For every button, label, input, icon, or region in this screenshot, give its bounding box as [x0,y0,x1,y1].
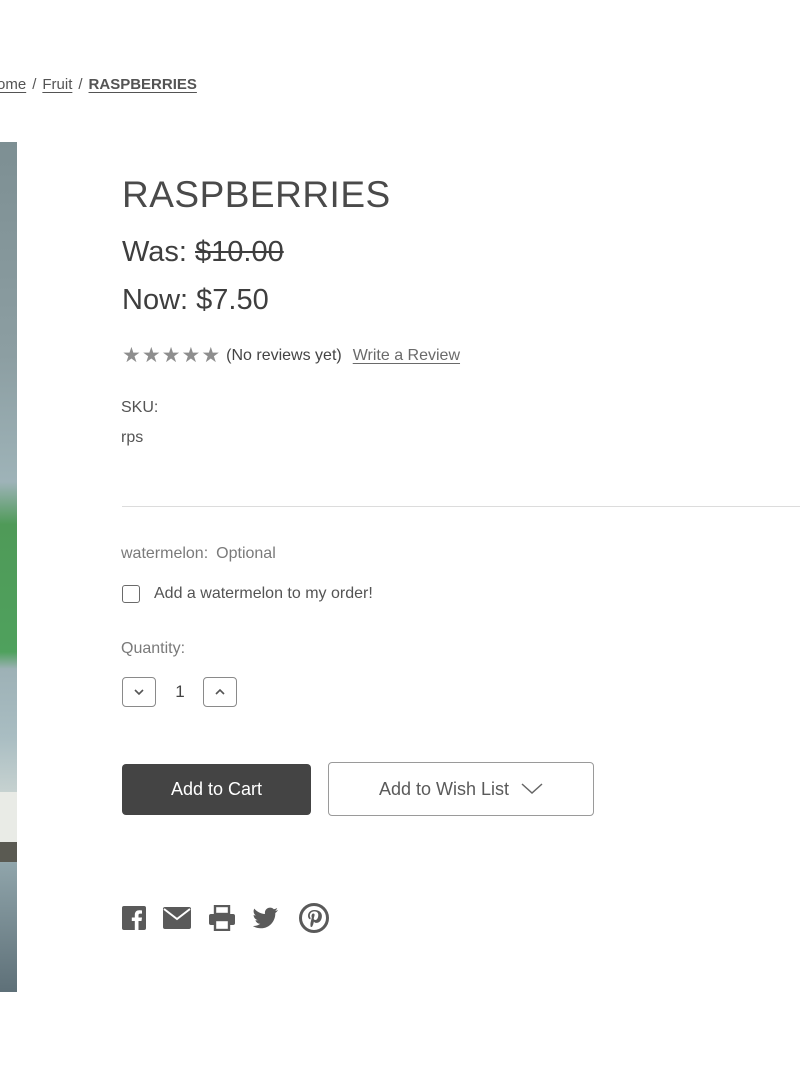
product-title: RASPBERRIES [122,174,391,215]
star-icon: ★ [122,344,141,367]
price-was: Was: $10.00 [122,236,284,269]
image-detail [0,842,17,862]
facebook-icon[interactable] [120,904,148,932]
breadcrumb: ome / Fruit / RASPBERRIES [0,76,197,93]
breadcrumb-current-link[interactable]: RASPBERRIES [89,76,197,93]
breadcrumb-fruit-link[interactable]: Fruit [42,76,72,93]
chevron-down-icon [521,783,543,795]
chevron-up-icon [215,688,225,695]
write-review-link[interactable]: Write a Review [353,347,460,365]
option-optional-text: Optional [216,545,276,562]
print-icon[interactable] [208,904,236,932]
add-to-cart-button[interactable]: Add to Cart [122,764,311,815]
quantity-input[interactable]: 1 [156,682,204,702]
star-icon: ★ [201,344,221,367]
price-was-label: Was: [122,236,187,268]
rating-stars: ★ ★ ★ ★ ★ [122,344,221,367]
price-now: Now: $7.50 [122,284,269,317]
watermelon-checkbox[interactable] [122,585,140,603]
option-label: watermelon: Optional [121,545,276,563]
breadcrumb-separator: / [32,76,37,93]
breadcrumb-home-link[interactable]: ome [0,76,26,93]
chevron-down-icon [134,689,144,696]
star-icon: ★ [161,344,181,367]
product-image[interactable] [0,142,17,992]
sku-label: SKU: [121,399,159,416]
breadcrumb-separator: / [78,76,83,93]
pinterest-icon[interactable] [298,902,330,934]
watermelon-checkbox-label[interactable]: Add a watermelon to my order! [154,585,373,603]
divider [122,506,800,507]
price-was-value: $10.00 [195,236,284,268]
quantity-increase-button[interactable] [203,677,237,707]
sku-value: rps [121,429,144,446]
product-rating: ★ ★ ★ ★ ★ (No reviews yet) Write a Revie… [122,344,460,367]
reviews-count-text: (No reviews yet) [226,347,342,364]
twitter-icon[interactable] [252,904,280,932]
star-icon: ★ [141,344,161,367]
quantity-decrease-button[interactable] [122,677,156,707]
price-now-value: $7.50 [196,284,269,316]
star-icon: ★ [181,344,201,367]
add-to-wishlist-button[interactable]: Add to Wish List [328,762,594,816]
quantity-label: Quantity: [121,640,186,657]
option-name: watermelon: [121,545,209,562]
add-to-wishlist-label: Add to Wish List [378,778,510,799]
price-now-label: Now: [122,284,189,316]
email-icon[interactable] [163,904,191,932]
